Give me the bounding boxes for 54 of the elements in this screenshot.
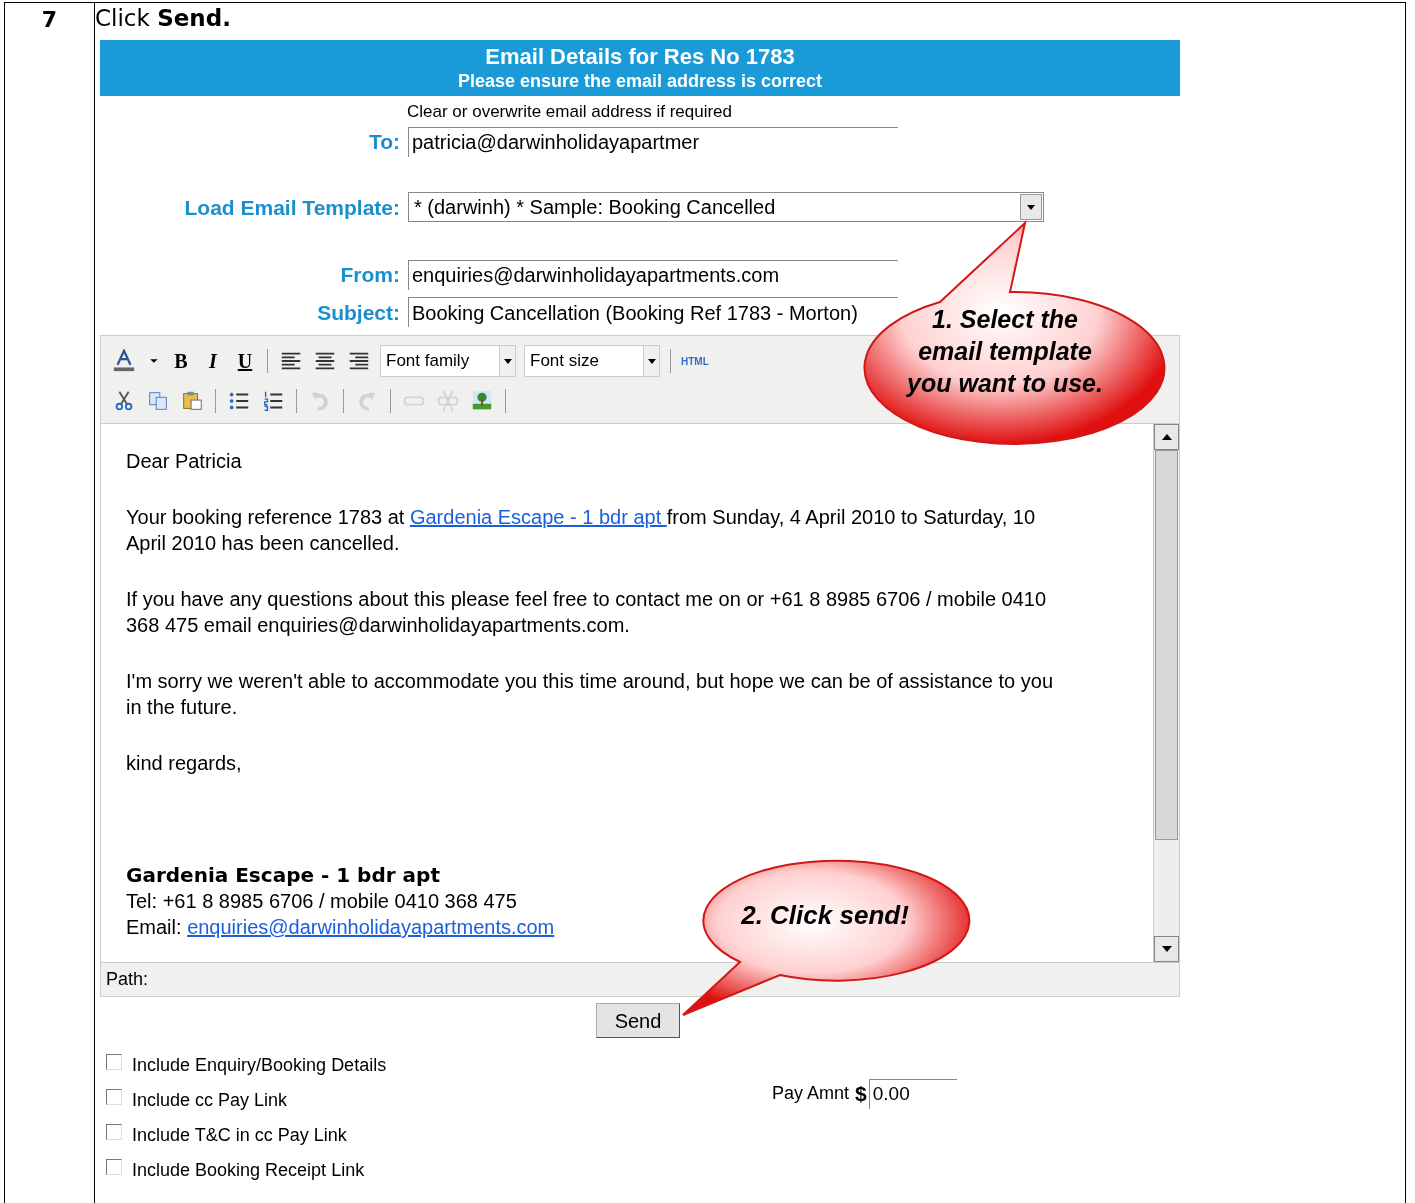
step-instruction: Click Send. xyxy=(95,4,231,33)
field-label: Subject: xyxy=(316,299,400,326)
copy-icon[interactable] xyxy=(146,389,170,413)
template-dropdown[interactable]: * (darwinh) * Sample: Booking Cancelled xyxy=(408,192,1044,223)
send-button[interactable]: Send xyxy=(596,1003,680,1038)
hint-text: Clear or overwrite email address if required xyxy=(407,102,733,122)
signature-phone: Tel: +61 8 8985 6706 / mobile 0410 368 475 xyxy=(126,889,517,914)
checkbox[interactable] xyxy=(106,1158,122,1175)
scroll-up-icon[interactable] xyxy=(1161,434,1172,440)
email-paragraph: If you have any questions about this please feel free to contact me on or +61 8 8985 6706 / mobile 0410 368 475 email enquiries@darwinholidayapartments.com. xyxy=(126,587,1048,638)
input-field[interactable]: 0.00 xyxy=(868,1078,957,1109)
checkbox-label: Include T&C in cc Pay Link xyxy=(132,1124,347,1147)
scrollbar[interactable] xyxy=(1153,424,1179,962)
font-dropdown[interactable]: Font family xyxy=(380,345,516,377)
path-label: Path: xyxy=(106,968,149,991)
callout-text: 2. Click send! xyxy=(740,899,910,932)
email-paragraph: I'm sorry we weren't able to accommodate you this time around, but hope we can be of assistance to you in the future. xyxy=(126,669,1054,720)
field-label: Load Email Template: xyxy=(183,194,400,221)
link[interactable]: Gardenia Escape - 1 bdr apt xyxy=(409,506,667,528)
signature-name: Gardenia Escape - 1 bdr apt xyxy=(126,862,440,888)
signature-email: Email: enquiries@darwinholidayapartments.com xyxy=(126,915,555,940)
toolbar-button[interactable]: U xyxy=(231,347,259,375)
checkbox-label: Include Booking Receipt Link xyxy=(132,1159,365,1182)
caret-icon xyxy=(647,358,656,364)
input-field[interactable]: patricia@darwinholidayapartmer xyxy=(408,126,898,157)
caret-icon xyxy=(1027,204,1035,210)
email-paragraph: kind regards, xyxy=(126,751,243,776)
step-number: 7 xyxy=(41,9,58,31)
input-field[interactable]: Booking Cancellation (Booking Ref 1783 - Morton) xyxy=(408,297,898,328)
field-label: To: xyxy=(367,129,400,155)
checkbox[interactable] xyxy=(106,1123,122,1140)
email-link[interactable]: enquiries@darwinholidayapartments.com xyxy=(187,916,555,938)
caret-icon xyxy=(503,358,512,364)
form-title: Email Details for Res No 1783 xyxy=(485,44,795,70)
toolbar-button[interactable]: HTML xyxy=(679,347,711,375)
toolbar-button[interactable]: I xyxy=(199,347,227,375)
numbered-list-icon[interactable] xyxy=(261,389,285,413)
input-field[interactable]: enquiries@darwinholidayapartments.com xyxy=(408,259,898,290)
checkbox-label: Include Enquiry/Booking Details xyxy=(132,1054,387,1077)
font-color-icon[interactable] xyxy=(112,349,136,373)
checkbox[interactable] xyxy=(106,1088,122,1105)
paste-icon[interactable] xyxy=(180,389,204,413)
email-paragraph: Dear Patricia xyxy=(126,449,243,474)
font-dropdown[interactable]: Font size xyxy=(524,345,660,377)
toolbar-button[interactable]: B xyxy=(167,347,195,375)
callout-text: 1. Select the email template you want to use. xyxy=(905,304,1104,399)
pay-amount-label: Pay Amnt xyxy=(772,1082,850,1106)
checkbox[interactable] xyxy=(106,1053,122,1070)
form-subtitle: Please ensure the email address is correct xyxy=(457,70,823,92)
email-paragraph: Your booking reference 1783 at Gardenia Escape - 1 bdr apt from Sunday, 4 April 2010 to Saturday, 10 April 2010 has been cancelled. xyxy=(126,505,1037,556)
scroll-down-icon[interactable] xyxy=(1161,946,1172,952)
checkbox-label: Include cc Pay Link xyxy=(132,1089,288,1112)
field-label: From: xyxy=(339,262,400,288)
currency-symbol: $ xyxy=(855,1081,867,1107)
